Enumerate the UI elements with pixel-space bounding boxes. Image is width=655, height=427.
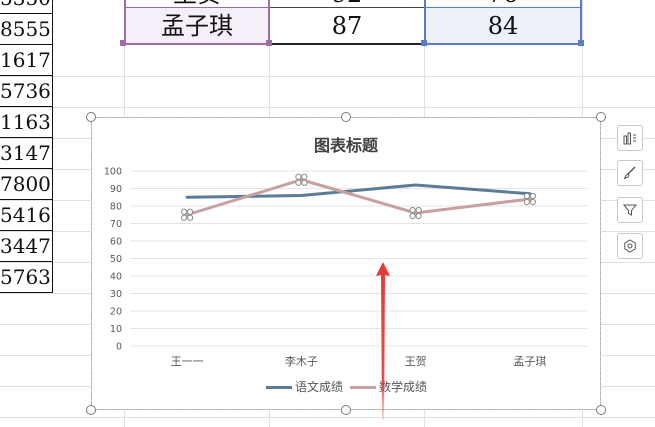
resize-handle-bottom[interactable] <box>341 405 351 415</box>
brush-icon <box>623 166 636 180</box>
resize-handle-top-right[interactable] <box>596 112 606 122</box>
chart-plot: 1009080706050403020100王一一 李木子 王贺 孟子琪 <box>104 167 587 368</box>
y-tick-label: 70 <box>110 219 122 230</box>
y-tick-label: 10 <box>110 324 122 335</box>
data-point-handle <box>415 212 422 220</box>
data-point-handle <box>409 206 416 214</box>
chart-settings-button[interactable] <box>617 233 643 259</box>
data-point-handle <box>301 179 308 186</box>
y-tick-label: 60 <box>110 237 122 248</box>
data-point-handle <box>529 192 536 200</box>
y-tick-label: 30 <box>110 289 122 300</box>
x-tick-label: 王一一 <box>171 355 204 368</box>
resize-handle-top-left[interactable] <box>86 112 96 122</box>
chart-elements-icon <box>623 132 636 145</box>
x-tick-label: 李木子 <box>285 354 318 368</box>
y-tick-label: 50 <box>110 254 122 265</box>
arrow-shape <box>376 262 390 420</box>
data-point-handle <box>301 173 308 180</box>
chart-style-button[interactable] <box>617 160 643 186</box>
x-tick-label: 孟子琪 <box>513 355 546 368</box>
data-point-handle <box>295 179 302 186</box>
data-point-handle <box>181 214 188 221</box>
resize-handle-top[interactable] <box>341 112 351 122</box>
settings-icon <box>624 239 636 253</box>
red-arrow-annotation <box>376 262 390 420</box>
y-tick-label: 80 <box>110 202 122 213</box>
data-point-handle <box>523 192 530 200</box>
data-point-handle <box>415 206 422 214</box>
y-tick-label: 90 <box>110 184 122 195</box>
data-point-handle <box>409 212 416 220</box>
filter-icon <box>623 204 637 216</box>
data-point-handle <box>523 198 530 206</box>
chart-elements-button[interactable] <box>617 125 643 151</box>
legend-label-chinese: 语文成绩 <box>295 380 344 394</box>
resize-handle-bottom-left[interactable] <box>86 405 96 415</box>
y-tick-label: 0 <box>116 342 122 353</box>
y-tick-label: 20 <box>110 307 122 318</box>
data-point-handle <box>181 208 188 215</box>
data-point-handle <box>529 198 536 206</box>
data-point-handle <box>187 214 194 221</box>
legend-swatch-chinese <box>266 386 292 389</box>
data-point-handle <box>187 208 194 215</box>
y-tick-label: 100 <box>104 167 122 178</box>
resize-handle-bottom-right[interactable] <box>596 405 606 415</box>
data-point-handle <box>295 173 302 180</box>
x-tick-label: 王贺 <box>405 355 427 368</box>
chart-filter-button[interactable] <box>617 197 643 223</box>
y-tick-label: 40 <box>110 272 122 283</box>
